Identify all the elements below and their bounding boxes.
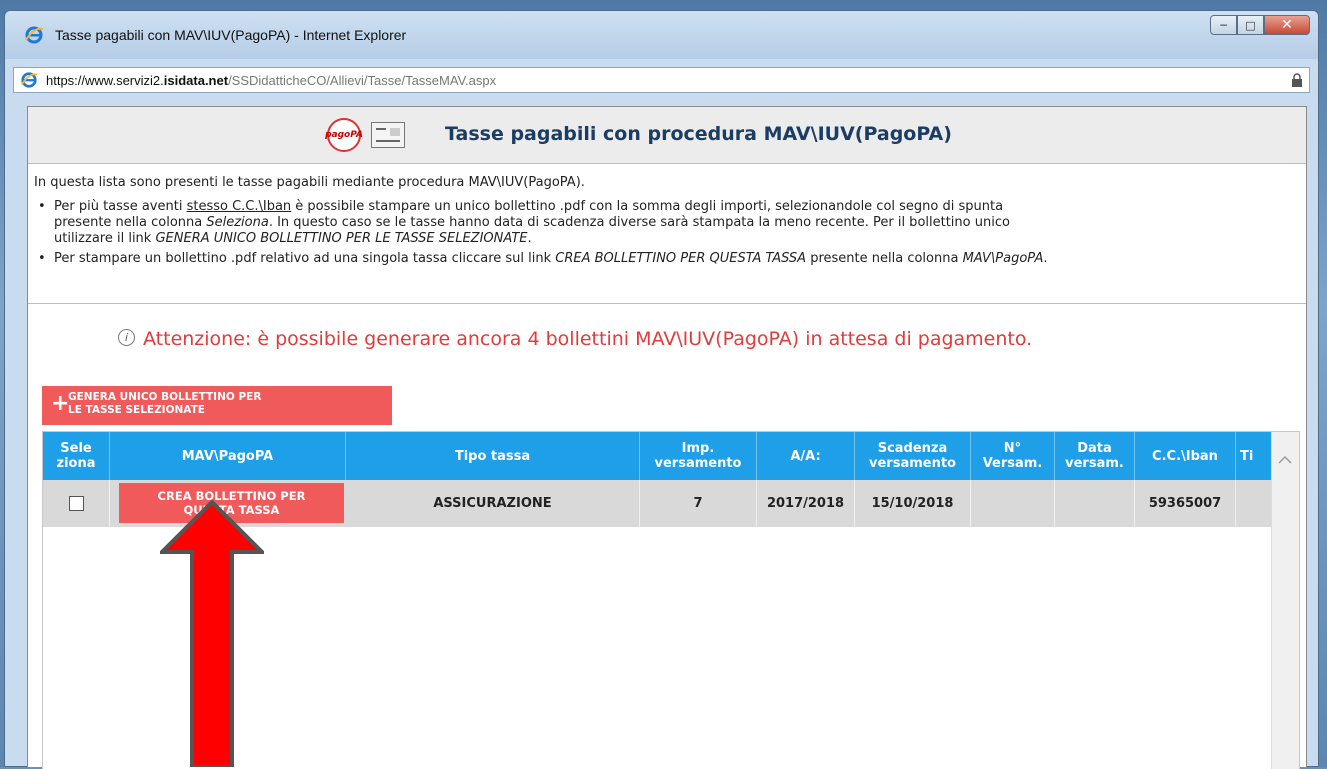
generate-single-bill-button[interactable]: + GENERA UNICO BOLLETTINO PER LE TASSE S…	[42, 386, 392, 425]
title-bar: Tasse pagabili con MAV\IUV(PagoPA) - Int…	[5, 11, 1318, 59]
bullet1-italic-e: GENERA UNICO BOLLETTINO PER LE TASSE SEL…	[155, 231, 528, 246]
data-versamento-cell	[1055, 480, 1135, 527]
minimize-button[interactable]: ─	[1210, 15, 1237, 35]
bullet2-italic-a: CREA BOLLETTINO PER QUESTA TASSA	[555, 251, 807, 266]
close-button[interactable]: ✕	[1264, 15, 1310, 35]
generate-button-label: GENERA UNICO BOLLETTINO PER LE TASSE SEL…	[68, 391, 262, 416]
bullet2-text-b: presente nella colonna	[806, 251, 963, 266]
bullet1-text-e: utilizzare il link	[54, 231, 156, 246]
instruction-single-tax: Per stampare un bollettino .pdf relativo…	[34, 251, 1302, 267]
url-domain: isidata.net	[163, 73, 229, 88]
anno-cell: 2017/2018	[757, 480, 855, 527]
select-cell	[43, 480, 110, 527]
column-header-importo[interactable]: Imp. versamento	[640, 432, 757, 480]
url-text: https://www.servizi2.isidata.net/SSDidat…	[46, 73, 496, 88]
bullet1-text-b: è possibile stampare un unico bollettino…	[291, 199, 1004, 214]
column-header-scadenza[interactable]: Scadenza versamento	[855, 432, 971, 480]
bullet2-italic-b: MAV\PagoPA	[962, 251, 1044, 266]
bullet1-text-c: presente nella colonna	[54, 215, 207, 230]
url-prefix: https://www.servizi2.	[46, 73, 164, 88]
chevron-up-icon[interactable]	[1278, 454, 1292, 464]
warning-message: i Attenzione: è possibile generare ancora…	[118, 328, 1032, 350]
site-icon	[21, 72, 38, 88]
pagopa-logo: pagoPA	[325, 118, 363, 152]
internet-explorer-icon	[25, 26, 44, 44]
instruction-multiple-taxes: Per più tasse aventi stesso C.C.\Iban è …	[34, 199, 1302, 247]
annotation-arrow-icon	[160, 500, 264, 767]
column-header-data-versamento[interactable]: Data versam.	[1055, 432, 1135, 480]
bullet2-text-a: Per stampare un bollettino .pdf relativo…	[54, 251, 556, 266]
select-checkbox[interactable]	[68, 496, 84, 511]
importo-cell: 7	[640, 480, 757, 527]
column-header-tipo-truncated[interactable]: Ti	[1236, 432, 1276, 480]
column-header-numero-versamento[interactable]: N° Versam.	[971, 432, 1055, 480]
column-header-mav[interactable]: MAV\PagoPA	[110, 432, 346, 480]
bullet1-text-a: Per più tasse aventi	[54, 199, 187, 214]
minimize-icon: ─	[1220, 18, 1227, 32]
bullet2-text-c: .	[1043, 251, 1048, 266]
lock-icon	[1292, 73, 1302, 87]
vertical-scrollbar[interactable]	[1271, 432, 1299, 769]
plus-icon: +	[51, 391, 70, 416]
instructions-list: Per più tasse aventi stesso C.C.\Iban è …	[34, 199, 1302, 271]
window-controls: ─ □ ✕	[1210, 15, 1310, 37]
column-header-anno[interactable]: A/A:	[757, 432, 855, 480]
bullet1-text-f: .	[527, 231, 532, 246]
scadenza-cell: 15/10/2018	[855, 480, 971, 527]
tipo-cell: ASSICURAZIONE	[346, 480, 640, 527]
same-iban-link[interactable]: stesso C.C.\Iban	[187, 199, 292, 214]
address-bar[interactable]: https://www.servizi2.isidata.net/SSDidat…	[13, 67, 1310, 93]
mav-bill-icon	[371, 122, 405, 148]
url-path: /SSDidatticheCO/Allievi/Tasse/TasseMAV.a…	[228, 73, 497, 88]
maximize-icon: □	[1245, 18, 1256, 32]
page-header: pagoPA Tasse pagabili con procedura MAV\…	[28, 107, 1306, 164]
warning-text: Attenzione: è possibile generare ancora …	[143, 328, 1033, 350]
close-icon: ✕	[1281, 17, 1293, 33]
iban-cell: 59365007	[1135, 480, 1236, 527]
bullet1-italic-c: Seleziona	[206, 215, 269, 230]
table-header: Sele ziona MAV\PagoPA Tipo tassa Imp. ve…	[43, 432, 1299, 480]
column-header-tipo[interactable]: Tipo tassa	[346, 432, 640, 480]
maximize-button[interactable]: □	[1237, 15, 1264, 35]
numero-versamento-cell	[971, 480, 1055, 527]
window-title: Tasse pagabili con MAV\IUV(PagoPA) - Int…	[55, 27, 407, 43]
info-icon: i	[118, 329, 135, 346]
column-header-iban[interactable]: C.C.\Iban	[1135, 432, 1236, 480]
page-title: Tasse pagabili con procedura MAV\IUV(Pag…	[445, 123, 952, 145]
bullet1-text-d: . In questo caso se le tasse hanno data …	[268, 215, 1010, 230]
column-header-seleziona[interactable]: Sele ziona	[43, 432, 110, 480]
divider	[28, 303, 1306, 304]
intro-text: In questa lista sono presenti le tasse p…	[34, 175, 585, 190]
